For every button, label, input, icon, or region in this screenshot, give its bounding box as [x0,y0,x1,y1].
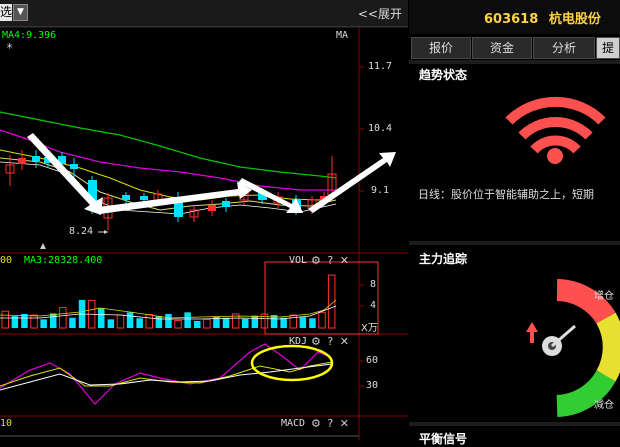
volume-bar [30,314,38,329]
candle [18,158,26,164]
macd-indicator-name[interactable]: MACD [281,418,305,429]
candle [122,195,130,200]
bottom-section-title: 平衡信号 [419,432,468,446]
main-indicator-name[interactable]: MA [336,30,348,41]
kdj-tick: 60 [366,355,379,366]
volume-tick: 4 [370,300,377,311]
volume-tick: 8 [370,279,377,290]
right-panel: 603618 杭电股份 报价 资金 分析 提 趋势状态 日线：股价位于智能辅助之… [409,0,620,446]
chart-area[interactable]: 选 ▼ <<展开 MA4:9.396 * MA 11.7 10.4 9.1 8.… [0,0,408,440]
volume-bar [280,317,287,328]
close-icon[interactable]: ✕ [340,254,349,267]
close-icon[interactable]: ✕ [340,335,349,348]
up-arrow-icon [526,322,538,343]
kdj-line-yellow [0,361,333,387]
volume-bar [203,318,211,329]
volume-bar [1,310,9,329]
volume-bar [184,312,191,328]
volume-bar [222,317,230,328]
question-icon[interactable]: ? [327,335,333,348]
volume-bar [299,317,307,328]
volume-bar [136,318,143,328]
kdj-indicator-name[interactable]: KDJ [289,336,307,347]
low-price-label: 8.24 [69,226,94,237]
candle [32,156,40,161]
volume-bar [155,316,163,328]
volume-ma3-label: MA3:28328.400 [24,255,103,266]
volume-bar [116,314,125,329]
increase-label: 增仓 [594,291,614,302]
volume-bar [50,313,57,328]
kdj-line-white [0,363,333,391]
decrease-label: 减仓 [594,400,614,411]
question-icon[interactable]: ? [327,417,333,430]
star-marker: * [6,41,14,55]
volume-bar [194,320,201,328]
candle [140,196,148,200]
candle [222,201,230,207]
candle [208,205,216,211]
kdj-highlight-ellipse [250,344,334,382]
gear-icon[interactable]: ⚙ [311,417,321,430]
volume-unit: X万 [361,323,378,334]
volume-bar [251,315,259,328]
volume-bar [289,314,297,329]
kdj-line-magenta [0,343,333,405]
price-tick: 9.1 [371,185,390,196]
ma4-label: MA4:9.396 [2,30,57,41]
volume-bar [98,308,105,328]
volume-left-fragment: 00 [0,255,13,266]
volume-bar [40,319,47,328]
volume-bar [107,319,115,328]
volume-bar [242,318,249,328]
volume-bars [1,274,336,329]
volume-bar [59,306,67,329]
volume-indicator-name[interactable]: VOL [289,255,307,266]
main-force-gauge [526,279,620,417]
divider [409,422,620,426]
volume-bar [309,318,316,328]
price-tick: 11.7 [368,61,393,72]
kline-chart [0,26,408,440]
volume-bar [318,311,326,329]
close-icon[interactable]: ✕ [340,417,349,430]
volume-bar [260,313,269,329]
volume-bar [145,314,153,329]
gear-icon[interactable]: ⚙ [311,335,321,348]
kdj-tick: 30 [366,380,379,391]
gear-icon[interactable]: ⚙ [311,254,321,267]
question-icon[interactable]: ? [327,254,333,267]
volume-bar [165,313,172,328]
price-tick: 10.4 [368,123,393,134]
candle [70,164,78,169]
volume-bar [69,317,76,328]
macd-left-fragment: 10 [0,418,13,429]
volume-bar [126,312,134,328]
marker-triangle [40,243,46,249]
volume-bar [174,319,182,329]
